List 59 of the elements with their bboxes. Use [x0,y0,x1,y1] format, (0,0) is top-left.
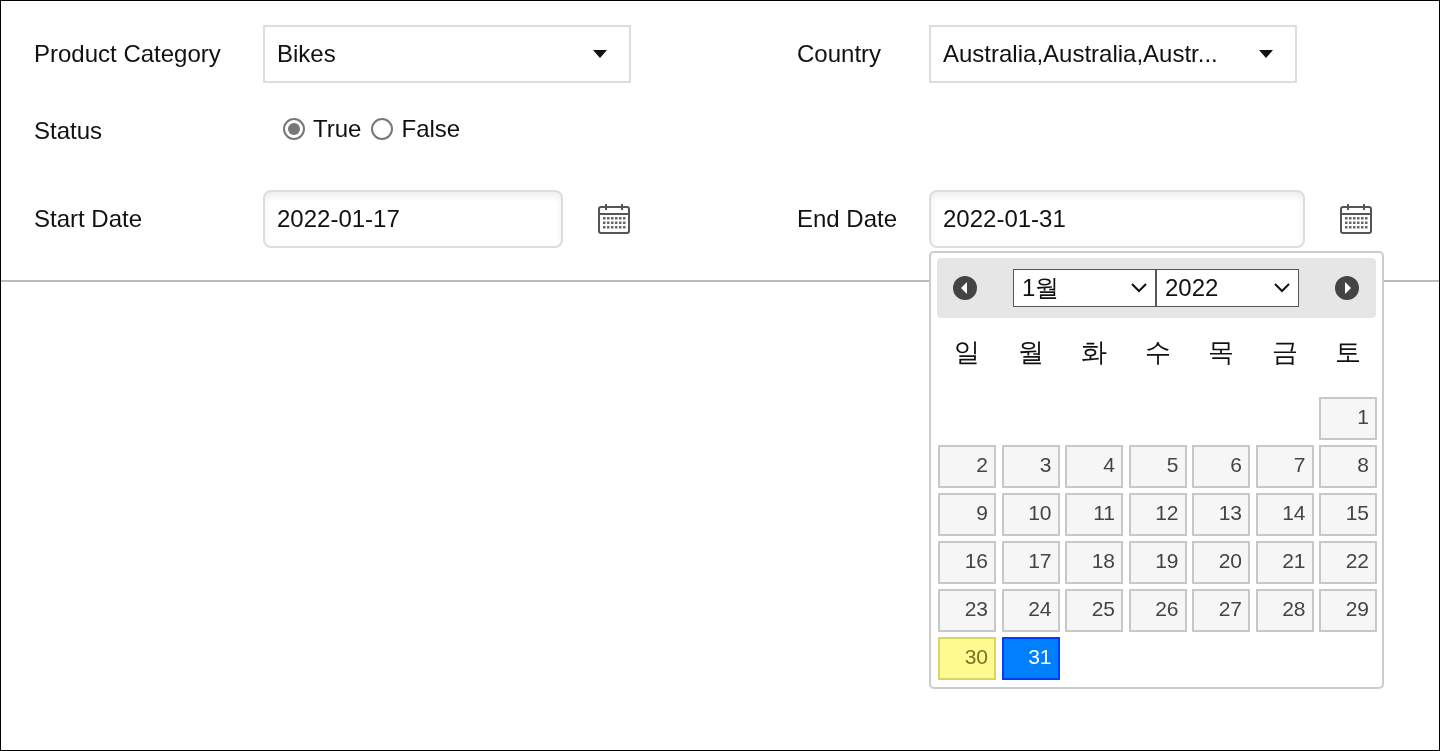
calendar-day[interactable]: 5 [1128,445,1187,488]
calendar-day[interactable]: 24 [1001,589,1060,632]
calendar-day[interactable]: 1 [1319,397,1377,440]
month-select[interactable]: 1월 [1013,269,1156,307]
radio-option[interactable]: True [283,115,362,143]
calendar-day[interactable]: 10 [1001,493,1060,536]
date-input[interactable]: 2022-01-17 [263,190,563,248]
weekday-header: 토 [1334,336,1362,369]
field-label: Start Date [34,205,143,233]
calendar-day[interactable]: 7 [1255,445,1314,488]
weekday-header: 화 [1080,336,1108,369]
dropdown[interactable]: Bikes [263,25,631,83]
calendar-day[interactable]: 21 [1255,541,1314,584]
calendar-day[interactable]: 19 [1128,541,1187,584]
calendar-day[interactable]: 9 [938,493,996,536]
calendar-day[interactable]: 12 [1128,493,1187,536]
calendar-day[interactable]: 28 [1255,589,1314,632]
calendar-day[interactable]: 31 [1001,637,1060,680]
date-input[interactable]: 2022-01-31 [929,190,1305,248]
next-month-icon[interactable] [1335,276,1359,300]
field-label: Country [797,40,882,68]
weekday-header: 수 [1143,336,1172,369]
calendar-day[interactable]: 8 [1319,445,1377,488]
calendar-day[interactable]: 30 [938,637,996,680]
weekday-header: 월 [1016,336,1045,369]
calendar-day[interactable]: 26 [1128,589,1187,632]
year-select[interactable]: 2022 [1156,269,1299,307]
calendar-day[interactable]: 22 [1319,541,1377,584]
calendar-day[interactable]: 17 [1001,541,1060,584]
caret-icon [593,50,607,58]
chevron-icon [1131,283,1147,293]
calendar-day[interactable]: 23 [938,589,996,632]
previous-month-icon[interactable] [953,276,977,300]
calendar-day[interactable]: 4 [1065,445,1123,488]
calendar-day[interactable]: 3 [1001,445,1060,488]
calendar-day[interactable]: 6 [1192,445,1250,488]
weekday-header: 금 [1270,336,1299,369]
weekday-header: 목 [1207,336,1235,369]
calendar-day[interactable]: 29 [1319,589,1377,632]
field-label: End Date [797,205,898,233]
calendar-day[interactable]: 2 [938,445,996,488]
calendar-icon[interactable] [597,203,631,235]
calendar-day[interactable]: 13 [1192,493,1250,536]
calendar-day[interactable]: 15 [1319,493,1377,536]
calendar-icon[interactable] [1339,203,1373,235]
field-label: Product Category [34,40,221,68]
calendar-day[interactable]: 14 [1255,493,1314,536]
calendar-day[interactable]: 27 [1192,589,1250,632]
weekday-header: 일 [953,336,981,369]
calendar-day[interactable]: 20 [1192,541,1250,584]
chevron-icon [1274,283,1290,293]
radio-option[interactable]: False [371,115,461,143]
field-label: Status [34,116,103,145]
calendar-day[interactable]: 16 [938,541,996,584]
calendar-day[interactable]: 18 [1065,541,1123,584]
caret-icon [1259,50,1273,58]
calendar-day[interactable]: 11 [1065,493,1123,536]
calendar-day[interactable]: 25 [1065,589,1123,632]
dropdown[interactable]: Australia,Australia,Austr... [929,25,1297,83]
